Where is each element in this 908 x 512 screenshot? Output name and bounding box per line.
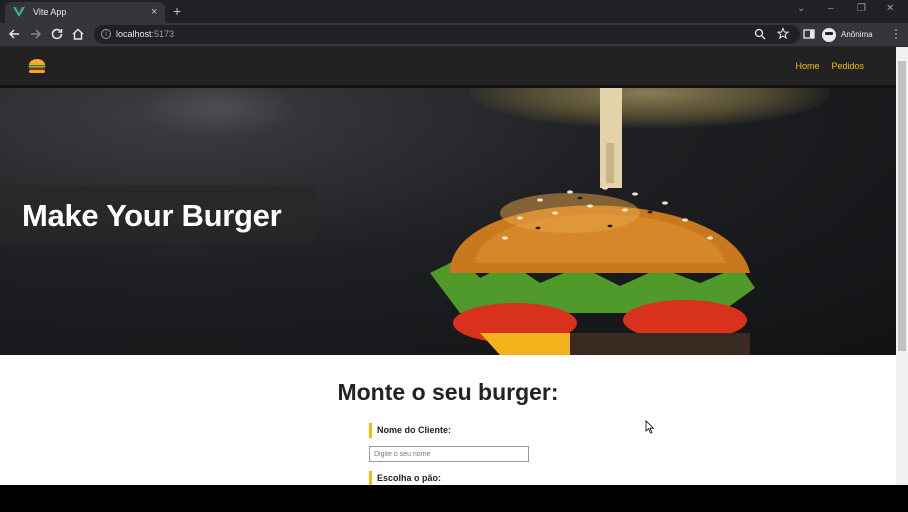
page-scrollbar[interactable] [896, 47, 908, 485]
nav-link-home[interactable]: Home [795, 61, 819, 71]
side-panel-icon[interactable] [802, 27, 816, 41]
hero-banner: Make Your Burger [0, 88, 896, 355]
burger-logo-icon[interactable] [27, 56, 47, 76]
profile-name: Anônima [841, 30, 873, 39]
back-icon[interactable] [7, 27, 21, 41]
mouse-cursor-icon [645, 420, 655, 434]
bread-label: Escolha o pão: [369, 471, 441, 485]
tab-close-icon[interactable]: × [151, 5, 157, 19]
close-window-icon[interactable]: ✕ [886, 3, 894, 15]
profile-button[interactable]: Anônima [822, 25, 873, 44]
reload-icon[interactable] [50, 27, 64, 41]
minimize-icon[interactable]: – [828, 3, 834, 15]
vue-logo-icon [13, 7, 25, 17]
browser-toolbar: i localhost:5173 Anônima ⋮ [0, 23, 908, 47]
scrollbar-thumb[interactable] [898, 61, 906, 351]
browser-window: Vite App × + ⌄ – ❐ ✕ i localhost:5173 An… [0, 0, 908, 485]
page-viewport: Home Pedidos Make Your Burger Monte o se… [0, 47, 896, 485]
info-icon[interactable]: i [101, 29, 111, 39]
profile-icon [822, 27, 836, 42]
home-icon[interactable] [71, 27, 85, 41]
address-bar[interactable]: i localhost:5173 [94, 25, 800, 44]
maximize-icon[interactable]: ❐ [857, 3, 866, 15]
hero-burger-image [430, 88, 755, 355]
menu-icon[interactable]: ⋮ [890, 27, 902, 41]
app-navbar: Home Pedidos [0, 47, 896, 88]
nav-links: Home Pedidos [795, 61, 864, 71]
tab-strip: Vite App × + ⌄ – ❐ ✕ [0, 0, 908, 23]
hero-title: Make Your Burger [22, 198, 282, 233]
customer-name-label: Nome do Cliente: [369, 423, 451, 438]
tab-vite-app[interactable]: Vite App × [5, 2, 165, 23]
tab-title: Vite App [33, 7, 67, 17]
star-icon[interactable] [777, 27, 789, 41]
tab-search-icon[interactable]: ⌄ [797, 3, 805, 15]
customer-name-input[interactable] [369, 446, 529, 462]
forward-icon[interactable] [29, 27, 43, 41]
nav-link-pedidos[interactable]: Pedidos [831, 61, 864, 71]
url-text: localhost:5173 [116, 29, 175, 39]
page-title: Monte o seu burger: [337, 379, 559, 405]
bottom-black-bar [0, 485, 908, 512]
new-tab-button[interactable]: + [173, 3, 181, 19]
zoom-icon[interactable] [754, 27, 766, 41]
